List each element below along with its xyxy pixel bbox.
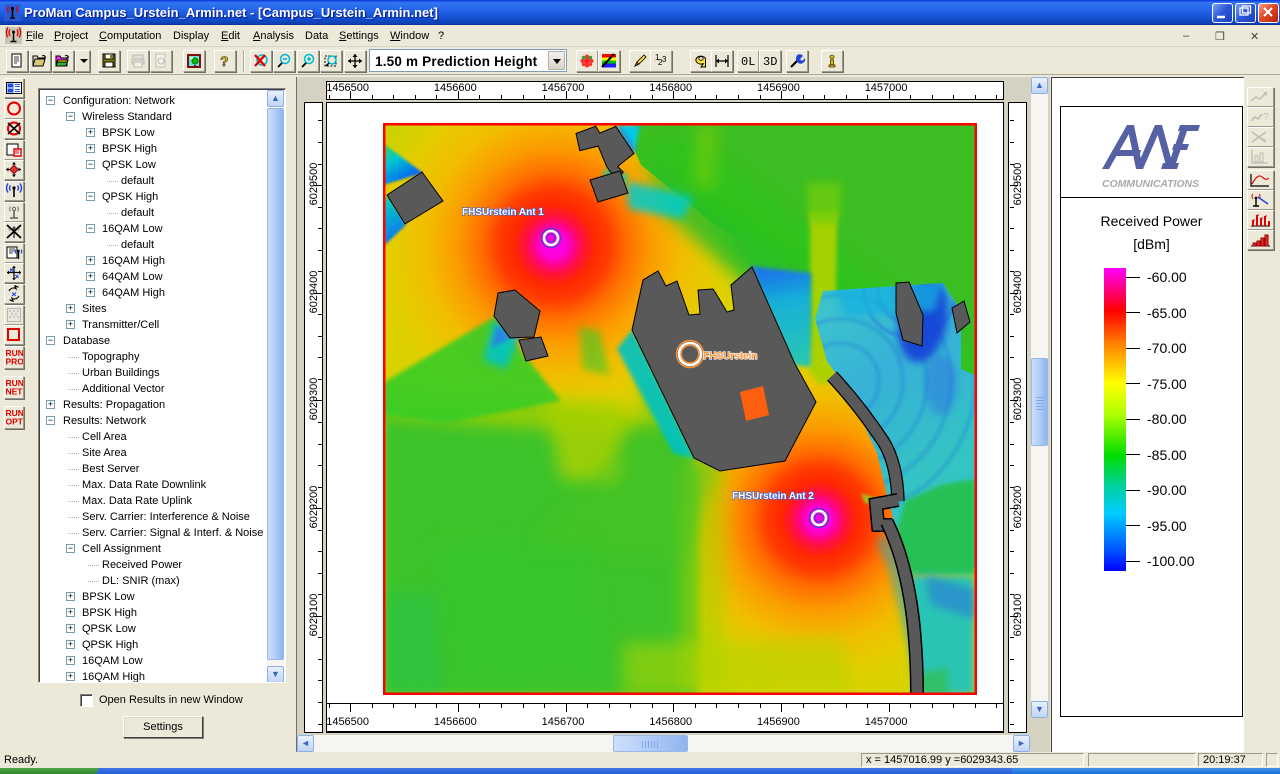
svg-text:FHSUrstein Ant 2: FHSUrstein Ant 2 — [732, 491, 814, 502]
svg-text:PRO: PRO — [6, 357, 24, 366]
svg-text:NET: NET — [6, 386, 24, 395]
svg-text:0L: 0L — [741, 55, 755, 69]
svg-text:3: 3 — [662, 55, 667, 64]
svg-text:FHSUrstein: FHSUrstein — [703, 351, 757, 362]
svg-text:FHSUrstein Ant 1: FHSUrstein Ant 1 — [462, 207, 544, 218]
svg-text:?: ? — [1263, 112, 1269, 123]
svg-text:?: ? — [220, 53, 229, 69]
svg-text:OPT: OPT — [6, 416, 24, 425]
svg-text:3D: 3D — [763, 55, 777, 69]
svg-text:COMMUNICATIONS: COMMUNICATIONS — [1102, 178, 1199, 190]
